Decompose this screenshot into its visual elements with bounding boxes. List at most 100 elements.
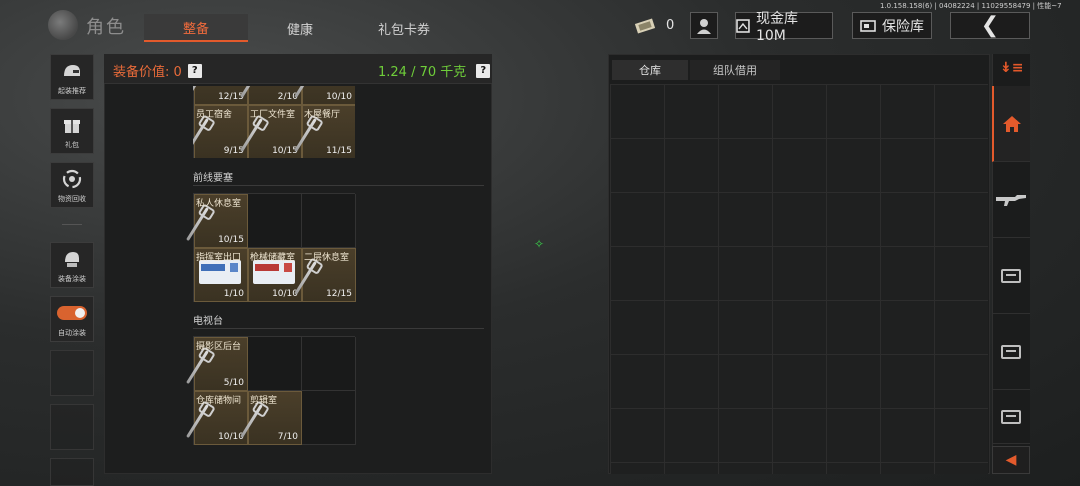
sidebar-label: 自动涂装 — [58, 329, 86, 337]
category-container-button[interactable] — [992, 238, 1030, 314]
currency-counter[interactable]: 0 — [634, 12, 674, 39]
item-name: 工厂文件室 — [250, 110, 296, 120]
sidebar-divider — [62, 224, 82, 225]
ticket-icon — [634, 17, 656, 34]
item-slot[interactable]: 摄影区后台 5/10 — [186, 337, 248, 391]
version-text: 1.0.158.158(6) | 04082224 | 11029558479 … — [880, 2, 1062, 10]
item-slot[interactable]: 指挥室出口 1/10 — [194, 248, 248, 302]
section-title: 前线要塞 — [193, 173, 233, 184]
item-name: 二层休息室 — [304, 253, 350, 263]
tab-health[interactable]: 健康 — [250, 14, 350, 42]
cash-icon — [736, 18, 750, 33]
crate-icon — [1001, 409, 1021, 424]
sort-icon[interactable]: ↡≡ — [1000, 60, 1023, 76]
item-grid: 私人休息室 10/15 指挥室出口 1/10 枪械储藏室 10/10 二层休息室 12/15 — [186, 193, 356, 302]
cash-vault-button[interactable]: 现金库 10M — [735, 11, 833, 44]
chevron-left-icon: ❮ — [980, 13, 1000, 38]
help-icon[interactable]: ? — [476, 63, 491, 78]
item-name: 摄影区后台 — [196, 342, 242, 352]
category-container-button[interactable] — [992, 390, 1030, 444]
item-slot[interactable]: 木屋餐厅 11/15 — [294, 105, 355, 158]
currency-count: 0 — [666, 18, 675, 33]
section-title: 电视台 — [193, 316, 223, 327]
sidebar-label: 物资回收 — [58, 195, 86, 203]
gift-button[interactable]: 礼包 — [50, 108, 94, 154]
key-icon — [193, 86, 209, 99]
key-section-clip: 12/15 2/10 10/10 员工宿舍 9/15 工厂文件室 10/15 木屋餐厅 11/1… — [193, 86, 355, 158]
item-name: 仓库储物间 — [196, 396, 242, 406]
keycard-icon — [199, 260, 241, 284]
tab-prepare[interactable]: 整备 — [144, 14, 248, 42]
operator-avatar-button[interactable] — [690, 12, 718, 39]
crate-icon — [1001, 344, 1021, 359]
empty-slot — [302, 337, 356, 391]
warehouse-grid[interactable] — [610, 84, 988, 474]
tab-warehouse[interactable]: 仓库 — [612, 60, 688, 80]
item-name: 剪辑室 — [250, 396, 278, 406]
item-name: 枪械储藏室 — [250, 253, 296, 263]
empty-sidebar-slot — [50, 404, 94, 450]
item-grid: 摄影区后台 5/10 仓库储物间 10/10 剪辑室 7/10 — [186, 336, 356, 445]
paint-helmet-icon — [62, 243, 82, 274]
operator-icon — [697, 18, 711, 34]
empty-slot — [302, 194, 356, 248]
gift-icon — [63, 109, 81, 140]
item-durability: 11/15 — [326, 146, 352, 156]
equipment-paint-button[interactable]: 装备涂装 — [50, 242, 94, 288]
sidebar-label: 起装推荐 — [58, 87, 86, 95]
rifle-icon — [996, 194, 1026, 206]
cash-vault-label: 现金库 10M — [755, 10, 798, 44]
crosshair-icon: ✧ — [534, 237, 545, 251]
chevron-left-icon: ◀ — [1005, 452, 1017, 468]
item-durability: 1/10 — [223, 289, 244, 299]
category-weapon-button[interactable] — [992, 162, 1030, 238]
key-icon — [193, 118, 209, 153]
empty-slot — [248, 194, 302, 248]
item-durability: 7/10 — [277, 432, 298, 442]
item-slot[interactable]: 剪辑室 7/10 — [240, 391, 302, 445]
empty-slot — [302, 391, 356, 445]
item-name: 私人休息室 — [196, 199, 242, 209]
item-slot[interactable]: 私人休息室 10/15 — [186, 194, 248, 248]
item-name: 指挥室出口 — [196, 253, 242, 263]
safe-vault-label: 保险库 — [882, 18, 924, 35]
recycle-button[interactable]: 物资回收 — [50, 162, 94, 208]
help-icon[interactable]: ? — [187, 63, 202, 78]
item-durability: 12/15 — [326, 289, 352, 299]
crate-icon — [1001, 268, 1021, 283]
collapse-rail-button[interactable]: ◀ — [992, 446, 1030, 474]
helmet-icon — [62, 55, 82, 86]
tab-gift-cards[interactable]: 礼包卡券 — [352, 14, 456, 42]
section-divider — [193, 328, 484, 329]
safe-icon — [860, 19, 876, 32]
item-name: 员工宿舍 — [196, 110, 233, 120]
category-home-button[interactable] — [992, 86, 1030, 162]
page-title: 角色 — [86, 17, 126, 38]
equipment-value-label: 装备价值: 0 — [113, 65, 182, 80]
home-icon — [1003, 115, 1021, 132]
sidebar-label: 装备涂装 — [58, 275, 86, 283]
empty-sidebar-slot — [50, 350, 94, 396]
keycard-icon — [253, 260, 295, 284]
section-divider — [193, 185, 484, 186]
carry-weight: 1.24 / 70 千克 ? — [378, 61, 491, 80]
item-slot[interactable]: 二层休息室 12/15 — [294, 248, 356, 302]
empty-sidebar-slot — [50, 458, 94, 486]
item-durability: 10/15 — [218, 235, 244, 245]
safe-vault-button[interactable]: 保险库 — [852, 12, 932, 39]
equipment-value: 装备价值: 0 ? — [113, 61, 202, 80]
toggle-icon — [57, 305, 87, 320]
back-button[interactable]: ❮ — [950, 12, 1030, 39]
recycle-icon — [62, 163, 82, 194]
empty-slot — [248, 337, 302, 391]
item-name: 木屋餐厅 — [304, 110, 341, 120]
sidebar-label: 礼包 — [65, 141, 79, 149]
loadout-recommend-button[interactable]: 起装推荐 — [50, 54, 94, 100]
auto-paint-toggle[interactable]: 自动涂装 — [50, 296, 94, 342]
category-container-button[interactable] — [992, 314, 1030, 390]
role-logo-icon — [48, 10, 78, 40]
tab-team-borrow[interactable]: 组队借用 — [690, 60, 780, 80]
carry-weight-label: 1.24 / 70 千克 — [378, 65, 467, 80]
item-grid: 12/15 2/10 10/10 员工宿舍 9/15 工厂文件室 10/15 木屋餐厅 11/1… — [193, 86, 355, 158]
item-slot[interactable]: 10/10 — [294, 86, 355, 105]
